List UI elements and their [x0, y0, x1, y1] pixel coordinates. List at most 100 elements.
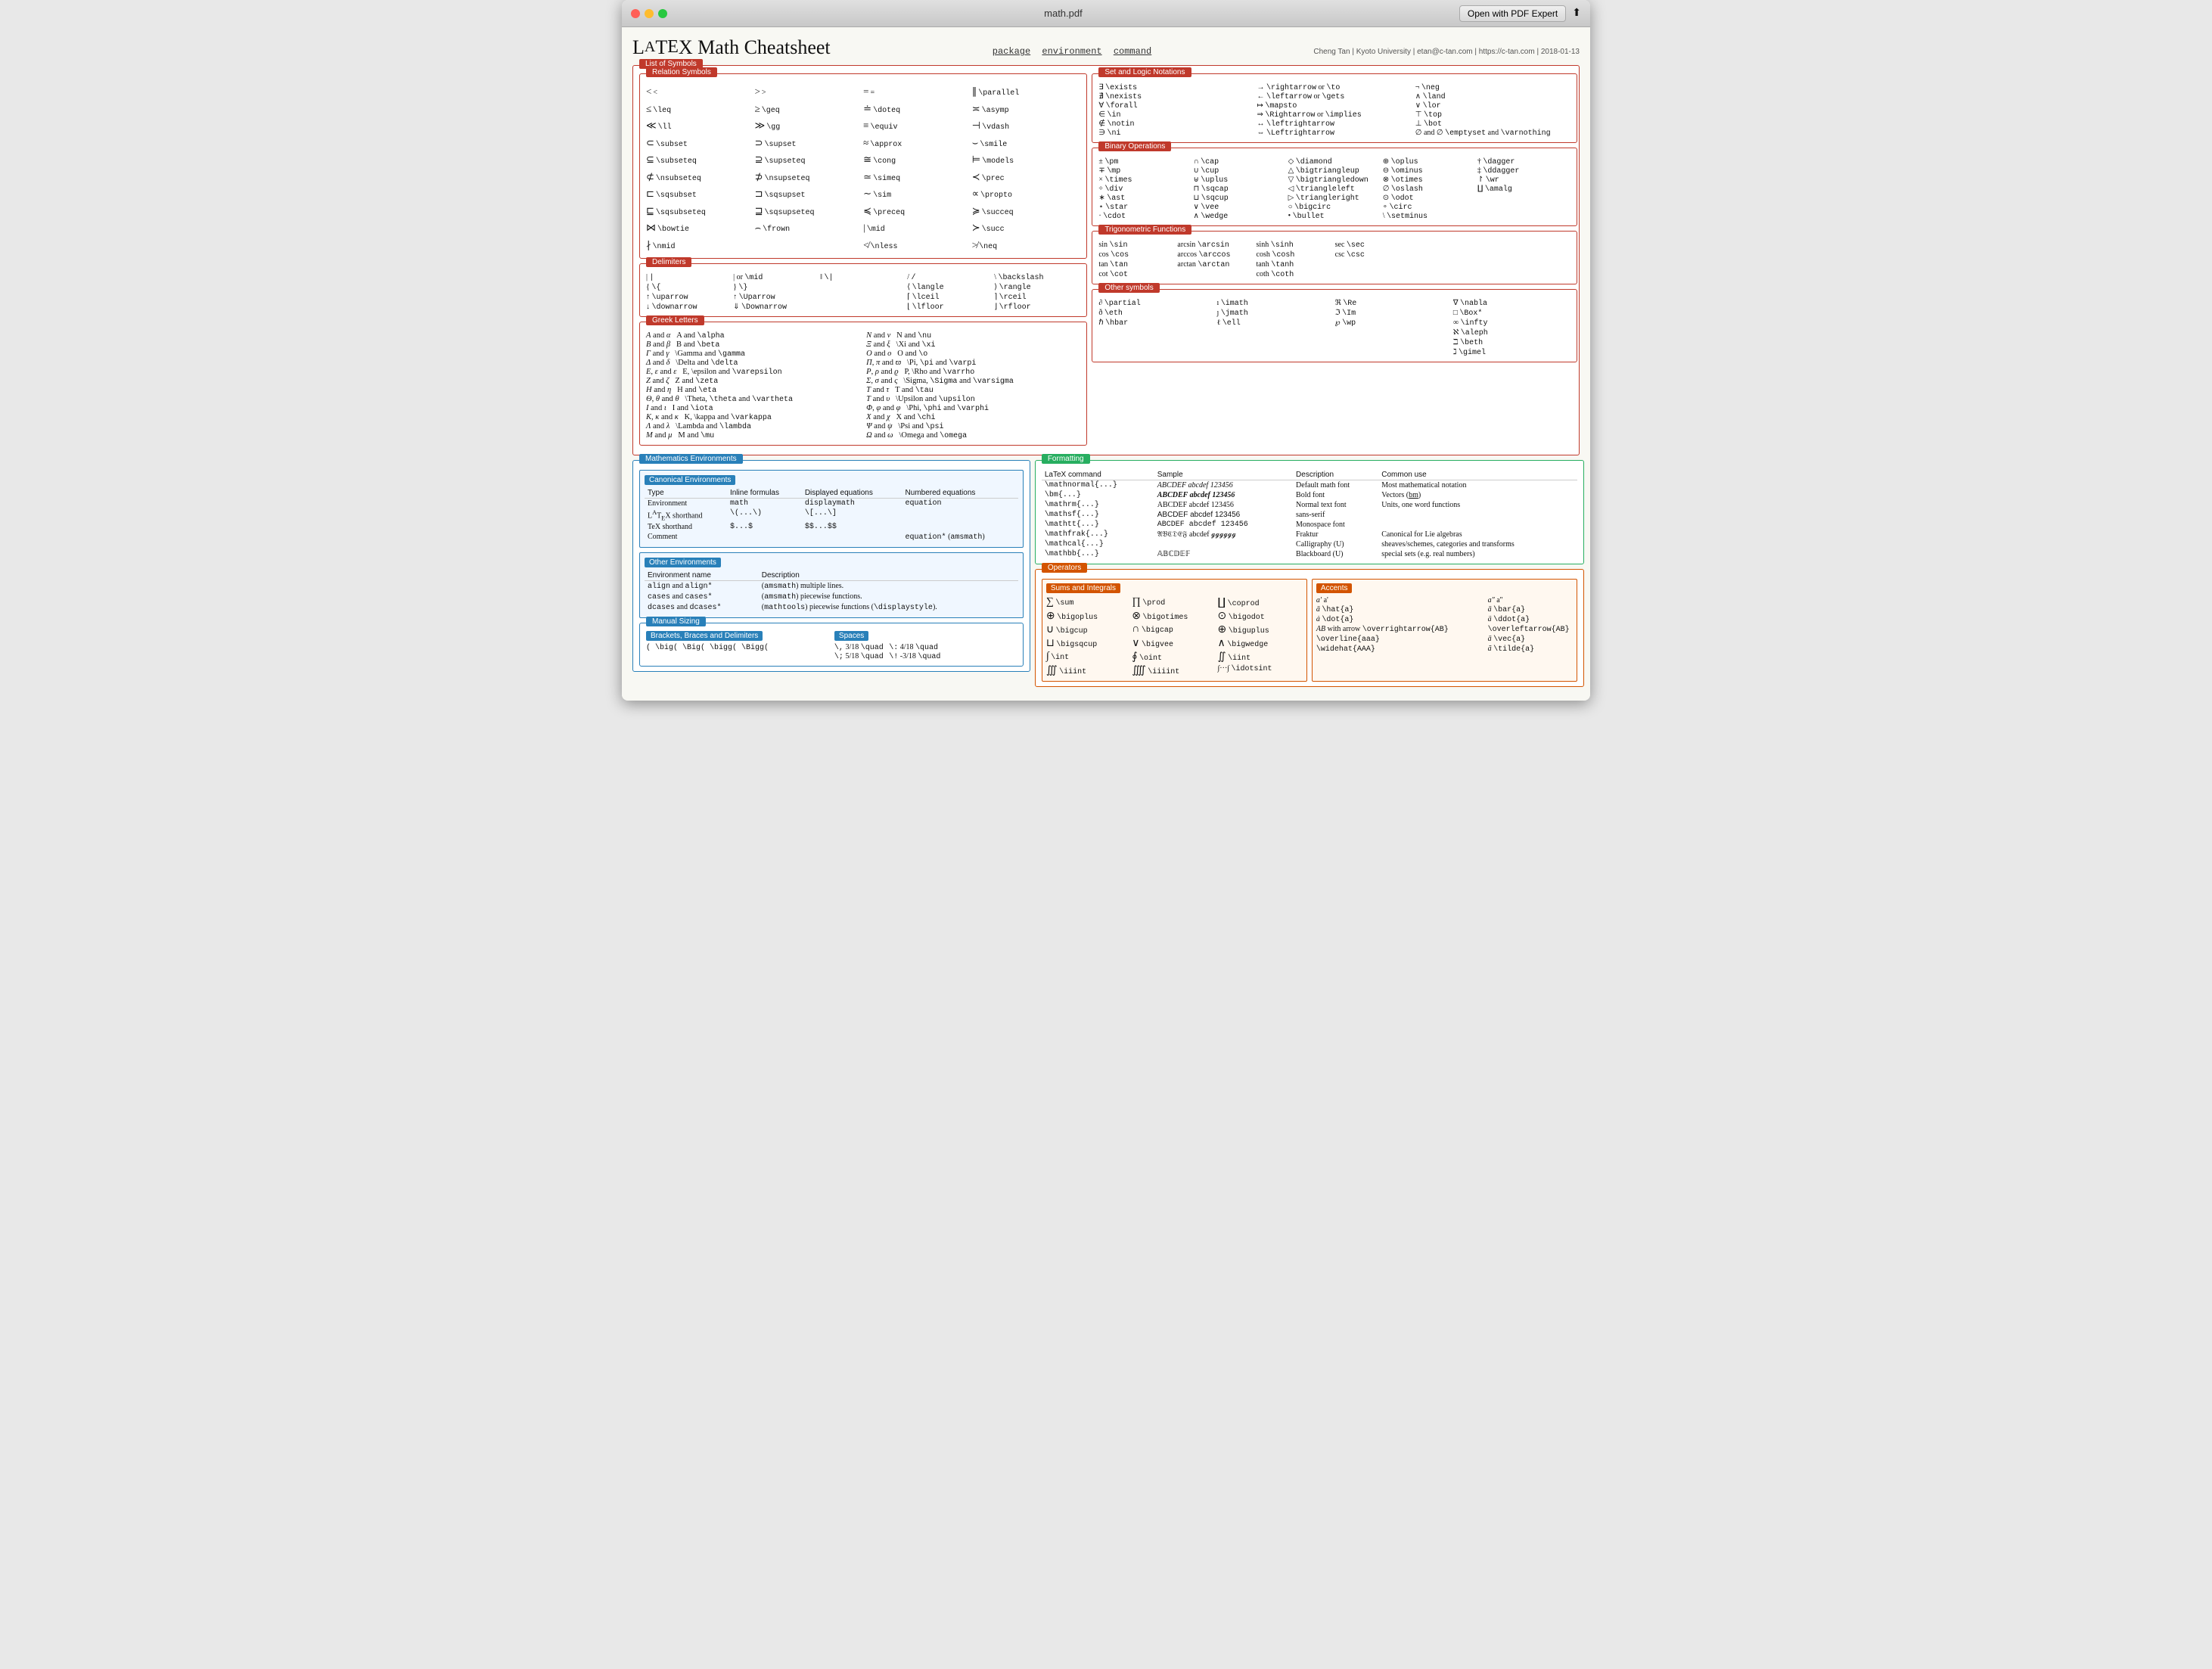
env-row: TeX shorthand $...$ $$...$$ [645, 522, 1018, 532]
greek-item: Λ and λ \Lambda and \lambda [646, 422, 860, 431]
set-logic-content: ∃ \exists → \rightarrow or \to ¬ \neg ∄ … [1092, 74, 1577, 142]
maximize-button[interactable] [658, 9, 667, 18]
rel-item: ⊏\sqsubset [646, 185, 755, 203]
col-type: Type [645, 488, 727, 499]
canonical-env-title: Canonical Environments [645, 475, 735, 485]
bin-item: ⊕ \oplus [1383, 157, 1476, 166]
set-item: ↔ \leftrightarrow [1257, 120, 1412, 129]
close-button[interactable] [631, 9, 640, 18]
bin-item: ⊔ \sqcup [1193, 194, 1286, 203]
greek-item: I and ι I and \iota [646, 404, 860, 413]
font-row: \mathnormal{...} ABCDEF abcdef 123456 De… [1042, 480, 1577, 491]
bin-item: ◇ \diamond [1288, 157, 1381, 166]
trig-item: arccos \arccos [1177, 250, 1255, 260]
acc-item: ā \hat{a} [1316, 605, 1401, 614]
set-item: ∄ \nexists [1098, 92, 1254, 101]
env-row: LATEX shorthand \(...\) \[...\] [645, 508, 1018, 522]
other-item: ℘ \wp [1335, 319, 1452, 328]
list-of-symbols-content: Relation Symbols << >> == ∥\parallel ≤\l… [633, 66, 1579, 455]
col-inline: Inline formulas [727, 488, 802, 499]
trig-item: arcsin \arcsin [1177, 241, 1255, 250]
open-with-button[interactable]: Open with PDF Expert [1459, 5, 1566, 22]
greek-letters-content: A and α A and \alpha N and ν N and \nu B… [640, 322, 1086, 445]
operators-title: Operators [1042, 563, 1087, 573]
bin-item: ▷ \triangleright [1288, 194, 1381, 203]
sums-title: Sums and Integrals [1046, 583, 1120, 593]
acc-item: ȧ \dot{a} [1316, 615, 1401, 624]
sum-item: ∬ \iint [1218, 651, 1303, 664]
rel-item: ≪\ll [646, 117, 755, 135]
trig-item [1493, 241, 1570, 250]
acc-item [1402, 615, 1487, 624]
trig-item: sec \sec [1335, 241, 1413, 250]
bin-item: \ \setminus [1383, 212, 1476, 221]
bin-item: ⋆ \star [1098, 203, 1191, 212]
greek-item: Ψ and ψ \Psi and \psi [866, 422, 1080, 431]
rel-item: ⊒\sqsupseteq [755, 203, 864, 220]
bin-item: † \dagger [1477, 157, 1570, 166]
trig-item: tanh \tanh [1257, 260, 1334, 269]
rel-item: ∼\sim [863, 185, 972, 203]
trig-title: Trigonometric Functions [1098, 225, 1191, 235]
acc-item: AB with arrow \overrightarrow{AB} [1316, 625, 1487, 634]
trig-item [1493, 260, 1570, 269]
set-item: ∉ \notin [1098, 120, 1254, 129]
canonical-env-box: Canonical Environments Type Inline formu… [639, 470, 1024, 548]
trig-item: arctan \arctan [1177, 260, 1255, 269]
delim-item: ↓ \downarrow [646, 303, 732, 312]
rel-item: ≼\preceq [863, 203, 972, 220]
brackets-section: Brackets, Braces and Delimiters ( \big( … [646, 631, 828, 661]
set-item: ∧ \land [1415, 92, 1570, 101]
greek-item: X and χ X and \chi [866, 413, 1080, 422]
sum-item: ⨌ \iiiint [1132, 664, 1216, 677]
col-use: Common use [1378, 470, 1577, 480]
col-desc: Description [759, 570, 1018, 581]
sum-item: ⊗ \bigotimes [1132, 610, 1216, 623]
bin-item: ÷ \div [1098, 185, 1191, 194]
titlebar: math.pdf Open with PDF Expert ⬆ [622, 0, 1590, 27]
formatting-box: Formatting LaTeX command Sample Descript… [1035, 460, 1584, 564]
bin-item [1477, 212, 1570, 221]
other-symbols-title: Other symbols [1098, 283, 1159, 293]
bottom-section: Mathematics Environments Canonical Envir… [632, 460, 1580, 692]
other-item: ℵ \aleph [1453, 328, 1570, 337]
rel-item: ≃\simeq [863, 169, 972, 186]
operators-grid: Sums and Integrals ∑ \sum ∏ \prod ∐ \cop… [1042, 579, 1577, 682]
greek-item: B and β B and \beta [646, 340, 860, 350]
trig-item [1493, 270, 1570, 279]
relation-symbols-title: Relation Symbols [646, 67, 717, 77]
sum-item: ∨ \bigvee [1132, 637, 1216, 650]
greek-item: Π, π and ϖ \Pi, \pi and \varpi [866, 359, 1080, 368]
spaces-content: \, 3/18 \quad \: 4/18 \quad \; 5/18 \qua… [834, 643, 1017, 661]
font-row: \mathfrak{...} 𝔄𝔅ℭ𝔇𝔈𝔉 abcdef ℊℊℊℊℊℊ Frak… [1042, 530, 1577, 539]
other-item: ∂ \partial [1098, 299, 1216, 308]
trig-item: sinh \sinh [1257, 241, 1334, 250]
binary-ops-box: Binary Operations ± \pm ∩ \cap ◇ \diamon… [1092, 148, 1577, 226]
bin-item: ‡ \ddagger [1477, 166, 1570, 176]
bin-item: • \bullet [1288, 212, 1381, 221]
minimize-button[interactable] [645, 9, 654, 18]
set-grid: ∃ \exists → \rightarrow or \to ¬ \neg ∄ … [1098, 83, 1570, 138]
delim-item: | | [646, 273, 732, 282]
rel-item: ≺\prec [972, 169, 1081, 186]
math-env-content: Canonical Environments Type Inline formu… [633, 461, 1030, 671]
page-title: LATEX Math Cheatsheet [632, 36, 831, 59]
bin-item: ∧ \wedge [1193, 212, 1286, 221]
set-item: ∀ \forall [1098, 101, 1254, 110]
other-item [1335, 338, 1452, 347]
acc-item: ã \tilde{a} [1488, 645, 1573, 654]
acc-item: ä \ddot{a} [1488, 615, 1573, 624]
space-item: \; 5/18 \quad \! -3/18 \quad [834, 652, 1017, 661]
rel-item: ≐\doteq [863, 101, 972, 118]
delim-item: ↑ \Uparrow [733, 293, 819, 302]
relation-symbols-content: << >> == ∥\parallel ≤\leq ≥\geq ≐\doteq … [640, 74, 1086, 258]
fonts-table: LaTeX command Sample Description Common … [1042, 470, 1577, 559]
other-item [1216, 338, 1334, 347]
delimiters-grid: | | | or \mid ‖ \| / / \ \backslash { \{… [646, 273, 1080, 312]
sums-box: Sums and Integrals ∑ \sum ∏ \prod ∐ \cop… [1042, 579, 1307, 682]
sum-item: ⊙ \bigodot [1218, 610, 1303, 623]
accents-title: Accents [1316, 583, 1353, 593]
set-item: → \rightarrow or \to [1257, 83, 1412, 92]
rel-item: ∥\parallel [972, 83, 1081, 101]
share-icon[interactable]: ⬆ [1572, 7, 1581, 20]
